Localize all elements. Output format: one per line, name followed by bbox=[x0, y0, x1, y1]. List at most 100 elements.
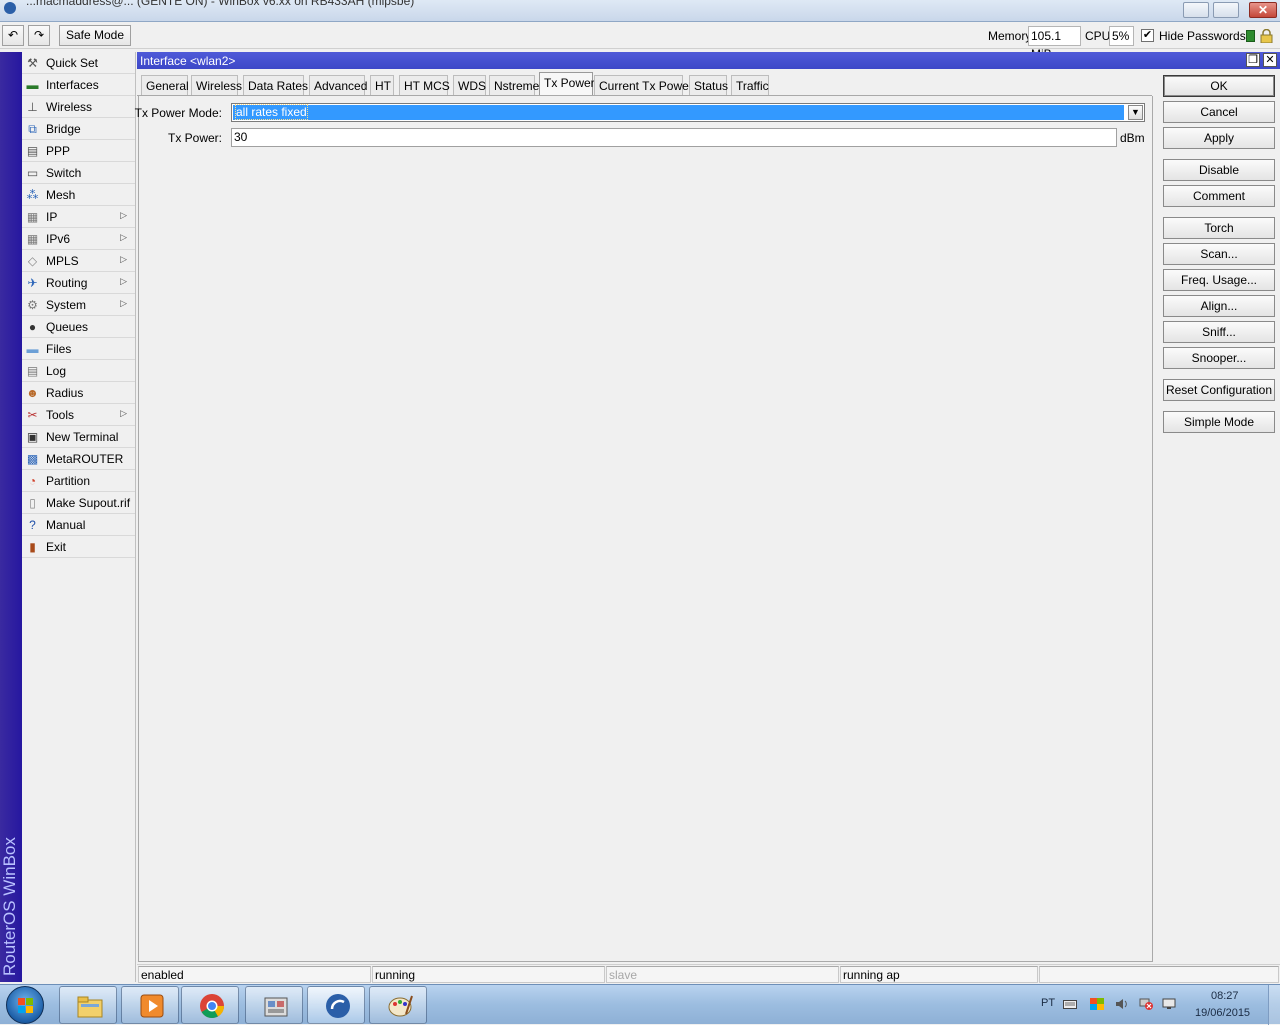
tx-power-input[interactable]: 30 bbox=[231, 128, 1117, 147]
tab-nstreme[interactable]: Nstreme bbox=[489, 75, 539, 96]
menu-item-partition[interactable]: ◔ Partition bbox=[22, 470, 135, 492]
display-icon[interactable] bbox=[1162, 998, 1176, 1010]
tab-current-tx-power[interactable]: Current Tx Power bbox=[594, 75, 693, 96]
tab-data-rates[interactable]: Data Rates bbox=[243, 75, 308, 96]
menu-item-radius[interactable]: ☻ Radius bbox=[22, 382, 135, 404]
menu-item-tools[interactable]: ✂ Tools ▷ bbox=[22, 404, 135, 426]
undo-button[interactable]: ↶ bbox=[2, 25, 24, 46]
menu-item-label: Bridge bbox=[46, 122, 81, 136]
menu-item-mesh[interactable]: ⁂ Mesh bbox=[22, 184, 135, 206]
tab-advanced[interactable]: Advanced bbox=[309, 75, 367, 96]
queues-icon: ● bbox=[28, 320, 37, 334]
dropdown-button[interactable]: ▼ bbox=[1128, 105, 1143, 120]
brand-label: RouterOS WinBox bbox=[0, 837, 19, 976]
redo-icon: ↷ bbox=[33, 28, 45, 42]
menu-item-quick-set[interactable]: ⚒ Quick Set bbox=[22, 52, 135, 74]
taskbar-chrome[interactable] bbox=[181, 986, 239, 1024]
cpu-value: 5% bbox=[1109, 26, 1134, 46]
tab-status[interactable]: Status bbox=[689, 75, 728, 96]
menu-item-new-terminal[interactable]: ▣ New Terminal bbox=[22, 426, 135, 448]
snooper-button[interactable]: Snooper... bbox=[1163, 347, 1275, 369]
language-indicator[interactable]: PT bbox=[1041, 997, 1055, 1009]
cancel-button[interactable]: Cancel bbox=[1163, 101, 1275, 123]
minimize-button[interactable] bbox=[1183, 2, 1209, 18]
chevron-down-icon: ▼ bbox=[1131, 107, 1140, 117]
menu-item-label: Quick Set bbox=[46, 56, 99, 70]
taskbar-winbox[interactable] bbox=[307, 986, 365, 1024]
show-desktop-button[interactable] bbox=[1268, 985, 1280, 1025]
menu-item-ppp[interactable]: ▤ PPP bbox=[22, 140, 135, 162]
align-button[interactable]: Align... bbox=[1163, 295, 1275, 317]
maximize-button[interactable] bbox=[1213, 2, 1239, 18]
tab-ht[interactable]: HT bbox=[370, 75, 394, 96]
menu-item-queues[interactable]: ● Queues bbox=[22, 316, 135, 338]
menu-item-bridge[interactable]: ⧉ Bridge bbox=[22, 118, 135, 140]
simple-mode-button[interactable]: Simple Mode bbox=[1163, 411, 1275, 433]
menu-item-ipv6[interactable]: ▦ IPv6 ▷ bbox=[22, 228, 135, 250]
freq-usage-button[interactable]: Freq. Usage... bbox=[1163, 269, 1275, 291]
tab-wds[interactable]: WDS bbox=[453, 75, 486, 96]
menu-item-files[interactable]: ▬ Files bbox=[22, 338, 135, 360]
tab-tx-power[interactable]: Tx Power bbox=[539, 72, 595, 96]
menu-item-mpls[interactable]: ◇ MPLS ▷ bbox=[22, 250, 135, 272]
redo-button[interactable]: ↷ bbox=[28, 25, 50, 46]
start-button[interactable] bbox=[6, 986, 44, 1024]
menu-item-metarouter[interactable]: ▩ MetaROUTER bbox=[22, 448, 135, 470]
close-window-button[interactable]: ✕ bbox=[1249, 2, 1277, 18]
interface-window-header[interactable]: Interface <wlan2> ❐ ✕ bbox=[137, 52, 1280, 69]
ipv6-icon: ▦ bbox=[26, 232, 39, 246]
menu-item-manual[interactable]: ? Manual bbox=[22, 514, 135, 536]
window-titlebar: ...macmaddress@... (GENTE ON) - WinBox v… bbox=[0, 0, 1280, 22]
tab-wireless[interactable]: Wireless bbox=[191, 75, 242, 96]
torch-button[interactable]: Torch bbox=[1163, 217, 1275, 239]
menu-item-make-supout-rif[interactable]: ▯ Make Supout.rif bbox=[22, 492, 135, 514]
menu-item-label: Manual bbox=[46, 518, 86, 532]
keyboard-icon[interactable] bbox=[1063, 998, 1077, 1010]
submenu-arrow-icon: ▷ bbox=[120, 232, 127, 242]
restore-window-button[interactable]: ❐ bbox=[1246, 53, 1260, 67]
menu-item-label: Log bbox=[46, 364, 67, 378]
disable-button[interactable]: Disable bbox=[1163, 159, 1275, 181]
comment-button[interactable]: Comment bbox=[1163, 185, 1275, 207]
apply-button[interactable]: Apply bbox=[1163, 127, 1275, 149]
menu-item-switch[interactable]: ▭ Switch bbox=[22, 162, 135, 184]
taskbar-app[interactable] bbox=[245, 986, 303, 1024]
taskbar-explorer[interactable] bbox=[59, 986, 117, 1024]
sniff-button[interactable]: Sniff... bbox=[1163, 321, 1275, 343]
media-player-icon bbox=[140, 994, 164, 1018]
scan-button[interactable]: Scan... bbox=[1163, 243, 1275, 265]
network-disconnected-icon[interactable] bbox=[1139, 998, 1153, 1010]
menu-item-exit[interactable]: ▮ Exit bbox=[22, 536, 135, 558]
hide-passwords-checkbox[interactable]: ✔ bbox=[1141, 29, 1154, 42]
tx-power-mode-select[interactable]: all rates fixed ▼ bbox=[231, 103, 1145, 122]
menu-item-wireless[interactable]: ⊥ Wireless bbox=[22, 96, 135, 118]
clock-time[interactable]: 08:27 bbox=[1211, 990, 1239, 1002]
close-icon: ✕ bbox=[1265, 54, 1275, 66]
windows-taskbar: PT 08:27 19/06/2015 bbox=[0, 984, 1280, 1025]
tx-power-mode-value: all rates fixed bbox=[233, 104, 1124, 120]
menu-item-routing[interactable]: ✈ Routing ▷ bbox=[22, 272, 135, 294]
taskbar-paint[interactable] bbox=[369, 986, 427, 1024]
safe-mode-button[interactable]: Safe Mode bbox=[59, 25, 131, 46]
quickset-icon: ⚒ bbox=[27, 56, 38, 70]
close-interface-button[interactable]: ✕ bbox=[1263, 53, 1277, 67]
menu-item-log[interactable]: ▤ Log bbox=[22, 360, 135, 382]
submenu-arrow-icon: ▷ bbox=[120, 298, 127, 308]
ok-button[interactable]: OK bbox=[1163, 75, 1275, 97]
undo-icon: ↶ bbox=[7, 28, 19, 42]
action-center-icon[interactable] bbox=[1090, 998, 1104, 1010]
windows-logo-icon bbox=[18, 998, 34, 1014]
reset-configuration-button[interactable]: Reset Configuration bbox=[1163, 379, 1275, 401]
taskbar-media-player[interactable] bbox=[121, 986, 179, 1024]
menu-item-interfaces[interactable]: ▬ Interfaces bbox=[22, 74, 135, 96]
menu-item-label: Partition bbox=[46, 474, 91, 488]
menu-item-ip[interactable]: ▦ IP ▷ bbox=[22, 206, 135, 228]
tab-general[interactable]: General bbox=[141, 75, 189, 96]
menu-item-system[interactable]: ⚙ System ▷ bbox=[22, 294, 135, 316]
clock-date[interactable]: 19/06/2015 bbox=[1195, 1007, 1250, 1019]
ip-icon: ▦ bbox=[26, 210, 39, 224]
tab-ht-mcs[interactable]: HT MCS bbox=[399, 75, 450, 96]
tab-traffic[interactable]: Traffic bbox=[731, 75, 769, 96]
menu-item-label: Interfaces bbox=[46, 78, 99, 92]
volume-icon[interactable] bbox=[1115, 998, 1129, 1010]
